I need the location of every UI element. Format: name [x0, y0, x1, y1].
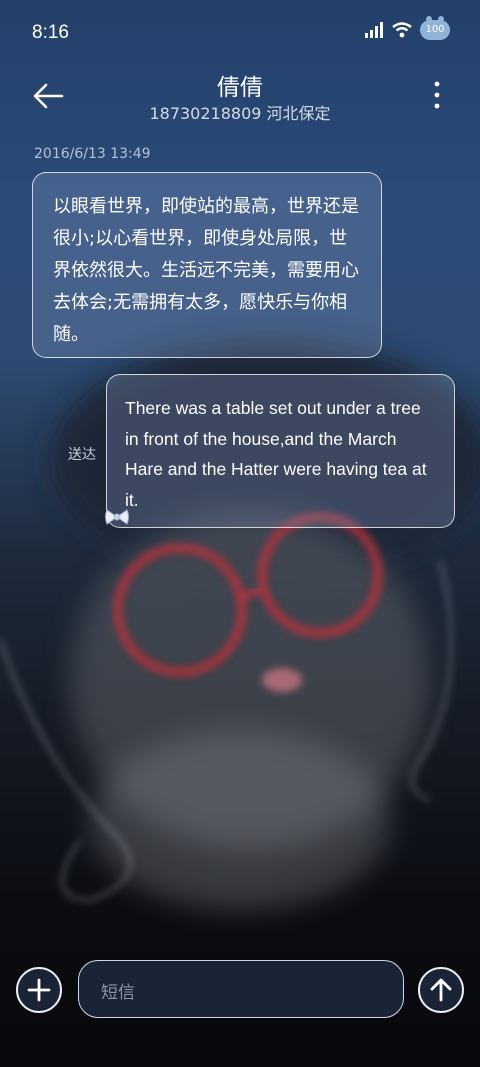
plus-icon — [27, 978, 51, 1002]
signal-icon — [365, 22, 383, 38]
add-attachment-button[interactable] — [16, 967, 62, 1013]
wifi-icon — [392, 22, 412, 38]
bow-decoration-icon — [105, 509, 129, 525]
outgoing-message-bubble[interactable]: There was a table set out under a tree i… — [106, 374, 455, 528]
incoming-message-bubble[interactable]: 以眼看世界，即使站的最高，世界还是很小;以心看世界，即使身处局限，世界依然很大。… — [32, 172, 382, 358]
send-button[interactable] — [418, 967, 464, 1013]
contact-name: 倩倩 — [217, 75, 263, 101]
message-input[interactable]: 短信 — [78, 960, 404, 1018]
status-icons: 100 — [364, 16, 450, 40]
more-vertical-icon[interactable] — [430, 80, 444, 110]
status-time: 8:16 — [32, 22, 69, 43]
delivery-status: 送达 — [68, 447, 96, 463]
contact-detail: 18730218809 河北保定 — [149, 104, 331, 123]
message-input-placeholder: 短信 — [101, 983, 135, 1003]
battery-indicator: 100 — [420, 16, 450, 40]
status-bar: 8:16 100 — [0, 0, 480, 68]
message-timestamp: 2016/6/13 13:49 — [34, 146, 151, 162]
arrow-up-icon — [430, 978, 452, 1002]
composer-bar: 短信 — [0, 958, 480, 1022]
conversation-header: 倩倩 18730218809 河北保定 — [0, 60, 480, 130]
